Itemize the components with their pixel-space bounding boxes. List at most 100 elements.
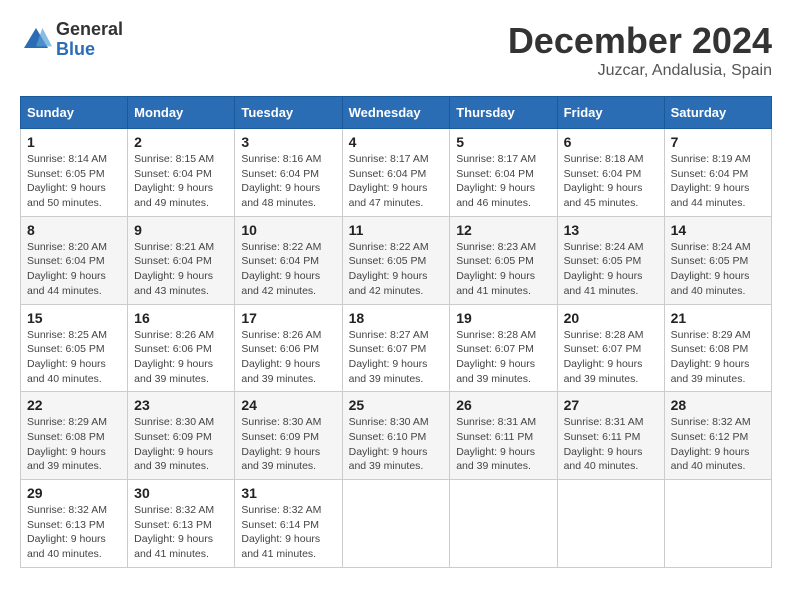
calendar-cell: 3 Sunrise: 8:16 AM Sunset: 6:04 PM Daylig… xyxy=(235,129,342,217)
weekday-header: Tuesday xyxy=(235,97,342,129)
calendar-week-row: 15 Sunrise: 8:25 AM Sunset: 6:05 PM Dayli… xyxy=(21,304,772,392)
calendar-cell: 11 Sunrise: 8:22 AM Sunset: 6:05 PM Dayli… xyxy=(342,216,450,304)
day-info: Sunrise: 8:25 AM Sunset: 6:05 PM Dayligh… xyxy=(27,328,121,387)
calendar-week-row: 29 Sunrise: 8:32 AM Sunset: 6:13 PM Dayli… xyxy=(21,480,772,568)
weekday-header: Monday xyxy=(128,97,235,129)
calendar-cell: 1 Sunrise: 8:14 AM Sunset: 6:05 PM Daylig… xyxy=(21,129,128,217)
day-number: 4 xyxy=(349,134,444,150)
weekday-header: Saturday xyxy=(664,97,771,129)
day-info: Sunrise: 8:19 AM Sunset: 6:04 PM Dayligh… xyxy=(671,152,765,211)
calendar-cell xyxy=(450,480,557,568)
logo: General Blue xyxy=(20,20,123,60)
calendar-cell: 14 Sunrise: 8:24 AM Sunset: 6:05 PM Dayli… xyxy=(664,216,771,304)
weekday-header: Thursday xyxy=(450,97,557,129)
logo-text: General Blue xyxy=(56,20,123,60)
title-section: December 2024 Juzcar, Andalusia, Spain xyxy=(508,20,772,80)
calendar-cell: 6Sunrise: 8:18 AM Sunset: 6:04 PM Daylig… xyxy=(557,129,664,217)
day-number: 7 xyxy=(671,134,765,150)
day-number: 27 xyxy=(564,397,658,413)
calendar-cell: 9Sunrise: 8:21 AM Sunset: 6:04 PM Daylig… xyxy=(128,216,235,304)
calendar-week-row: 8 Sunrise: 8:20 AM Sunset: 6:04 PM Daylig… xyxy=(21,216,772,304)
day-info: Sunrise: 8:17 AM Sunset: 6:04 PM Dayligh… xyxy=(349,152,444,211)
calendar-cell: 13Sunrise: 8:24 AM Sunset: 6:05 PM Dayli… xyxy=(557,216,664,304)
calendar-cell: 17Sunrise: 8:26 AM Sunset: 6:06 PM Dayli… xyxy=(235,304,342,392)
day-number: 14 xyxy=(671,222,765,238)
calendar-cell: 2Sunrise: 8:15 AM Sunset: 6:04 PM Daylig… xyxy=(128,129,235,217)
weekday-header: Sunday xyxy=(21,97,128,129)
calendar-cell: 10Sunrise: 8:22 AM Sunset: 6:04 PM Dayli… xyxy=(235,216,342,304)
calendar-cell: 28Sunrise: 8:32 AM Sunset: 6:12 PM Dayli… xyxy=(664,392,771,480)
calendar-cell: 27 Sunrise: 8:31 AM Sunset: 6:11 PM Dayli… xyxy=(557,392,664,480)
calendar-cell xyxy=(557,480,664,568)
calendar-cell xyxy=(342,480,450,568)
day-info: Sunrise: 8:28 AM Sunset: 6:07 PM Dayligh… xyxy=(564,328,658,387)
day-info: Sunrise: 8:22 AM Sunset: 6:05 PM Dayligh… xyxy=(349,240,444,299)
weekday-header: Friday xyxy=(557,97,664,129)
day-info: Sunrise: 8:14 AM Sunset: 6:05 PM Dayligh… xyxy=(27,152,121,211)
day-info: Sunrise: 8:21 AM Sunset: 6:04 PM Dayligh… xyxy=(134,240,228,299)
calendar-cell: 4 Sunrise: 8:17 AM Sunset: 6:04 PM Daylig… xyxy=(342,129,450,217)
day-info: Sunrise: 8:20 AM Sunset: 6:04 PM Dayligh… xyxy=(27,240,121,299)
day-number: 26 xyxy=(456,397,550,413)
page-header: General Blue December 2024 Juzcar, Andal… xyxy=(20,20,772,80)
day-info: Sunrise: 8:32 AM Sunset: 6:12 PM Dayligh… xyxy=(671,415,765,474)
day-info: Sunrise: 8:29 AM Sunset: 6:08 PM Dayligh… xyxy=(27,415,121,474)
day-info: Sunrise: 8:30 AM Sunset: 6:09 PM Dayligh… xyxy=(134,415,228,474)
day-info: Sunrise: 8:26 AM Sunset: 6:06 PM Dayligh… xyxy=(134,328,228,387)
day-number: 5 xyxy=(456,134,550,150)
day-info: Sunrise: 8:30 AM Sunset: 6:09 PM Dayligh… xyxy=(241,415,335,474)
day-info: Sunrise: 8:24 AM Sunset: 6:05 PM Dayligh… xyxy=(671,240,765,299)
calendar-cell: 19 Sunrise: 8:28 AM Sunset: 6:07 PM Dayli… xyxy=(450,304,557,392)
day-info: Sunrise: 8:31 AM Sunset: 6:11 PM Dayligh… xyxy=(564,415,658,474)
day-number: 1 xyxy=(27,134,121,150)
calendar-cell: 29 Sunrise: 8:32 AM Sunset: 6:13 PM Dayli… xyxy=(21,480,128,568)
day-info: Sunrise: 8:32 AM Sunset: 6:13 PM Dayligh… xyxy=(27,503,121,562)
day-number: 2 xyxy=(134,134,228,150)
calendar-cell: 8 Sunrise: 8:20 AM Sunset: 6:04 PM Daylig… xyxy=(21,216,128,304)
day-info: Sunrise: 8:28 AM Sunset: 6:07 PM Dayligh… xyxy=(456,328,550,387)
calendar-week-row: 22 Sunrise: 8:29 AM Sunset: 6:08 PM Dayli… xyxy=(21,392,772,480)
day-number: 31 xyxy=(241,485,335,501)
calendar-cell: 18Sunrise: 8:27 AM Sunset: 6:07 PM Dayli… xyxy=(342,304,450,392)
day-number: 11 xyxy=(349,222,444,238)
day-info: Sunrise: 8:16 AM Sunset: 6:04 PM Dayligh… xyxy=(241,152,335,211)
calendar-cell: 16 Sunrise: 8:26 AM Sunset: 6:06 PM Dayli… xyxy=(128,304,235,392)
day-number: 20 xyxy=(564,310,658,326)
calendar-cell: 22 Sunrise: 8:29 AM Sunset: 6:08 PM Dayli… xyxy=(21,392,128,480)
location-subtitle: Juzcar, Andalusia, Spain xyxy=(508,62,772,80)
day-info: Sunrise: 8:29 AM Sunset: 6:08 PM Dayligh… xyxy=(671,328,765,387)
day-number: 23 xyxy=(134,397,228,413)
logo-blue: Blue xyxy=(56,40,123,60)
weekday-header: Wednesday xyxy=(342,97,450,129)
day-number: 17 xyxy=(241,310,335,326)
logo-general: General xyxy=(56,20,123,40)
day-info: Sunrise: 8:23 AM Sunset: 6:05 PM Dayligh… xyxy=(456,240,550,299)
day-info: Sunrise: 8:17 AM Sunset: 6:04 PM Dayligh… xyxy=(456,152,550,211)
month-title: December 2024 xyxy=(508,20,772,62)
logo-icon xyxy=(20,24,52,56)
calendar-week-row: 1 Sunrise: 8:14 AM Sunset: 6:05 PM Daylig… xyxy=(21,129,772,217)
day-info: Sunrise: 8:18 AM Sunset: 6:04 PM Dayligh… xyxy=(564,152,658,211)
calendar-cell: 26Sunrise: 8:31 AM Sunset: 6:11 PM Dayli… xyxy=(450,392,557,480)
day-info: Sunrise: 8:32 AM Sunset: 6:14 PM Dayligh… xyxy=(241,503,335,562)
day-number: 10 xyxy=(241,222,335,238)
day-number: 24 xyxy=(241,397,335,413)
day-number: 12 xyxy=(456,222,550,238)
day-number: 15 xyxy=(27,310,121,326)
day-info: Sunrise: 8:24 AM Sunset: 6:05 PM Dayligh… xyxy=(564,240,658,299)
day-info: Sunrise: 8:30 AM Sunset: 6:10 PM Dayligh… xyxy=(349,415,444,474)
calendar-cell: 20 Sunrise: 8:28 AM Sunset: 6:07 PM Dayli… xyxy=(557,304,664,392)
calendar-cell: 24 Sunrise: 8:30 AM Sunset: 6:09 PM Dayli… xyxy=(235,392,342,480)
calendar-cell: 31 Sunrise: 8:32 AM Sunset: 6:14 PM Dayli… xyxy=(235,480,342,568)
day-number: 30 xyxy=(134,485,228,501)
calendar-cell: 7 Sunrise: 8:19 AM Sunset: 6:04 PM Daylig… xyxy=(664,129,771,217)
calendar-cell: 5 Sunrise: 8:17 AM Sunset: 6:04 PM Daylig… xyxy=(450,129,557,217)
calendar-cell: 30Sunrise: 8:32 AM Sunset: 6:13 PM Dayli… xyxy=(128,480,235,568)
calendar-cell: 21Sunrise: 8:29 AM Sunset: 6:08 PM Dayli… xyxy=(664,304,771,392)
day-number: 22 xyxy=(27,397,121,413)
day-number: 8 xyxy=(27,222,121,238)
day-number: 29 xyxy=(27,485,121,501)
day-number: 16 xyxy=(134,310,228,326)
day-number: 19 xyxy=(456,310,550,326)
day-number: 3 xyxy=(241,134,335,150)
